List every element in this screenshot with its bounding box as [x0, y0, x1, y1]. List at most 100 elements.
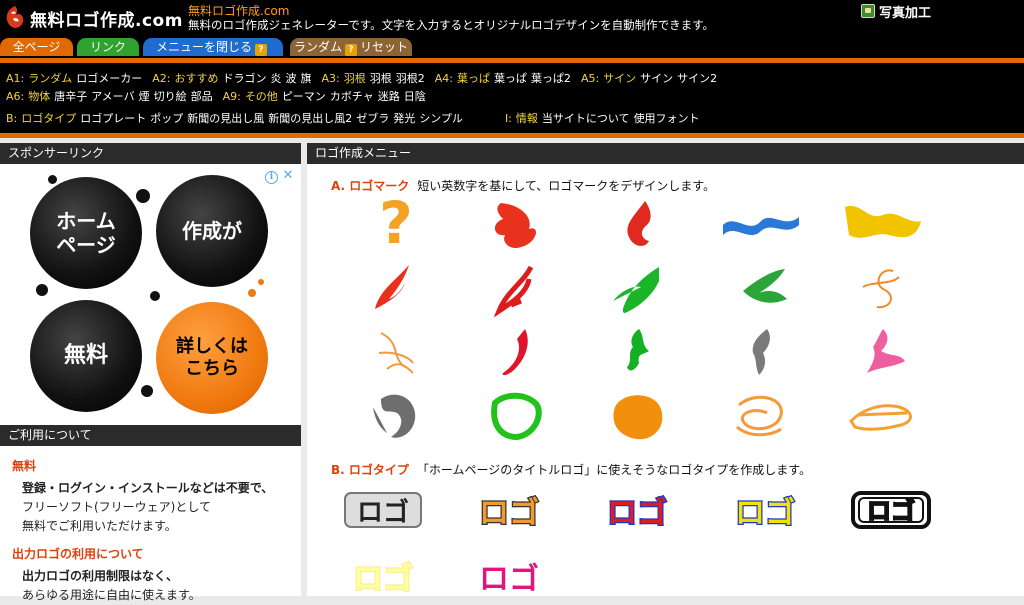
section-b-desc: 「ホームページのタイトルロゴ」に使えそうなロゴタイプを作成します。: [416, 463, 812, 477]
menu-key-i: I:: [504, 112, 512, 125]
reset-label[interactable]: リセット: [360, 40, 408, 54]
ad-info-icon[interactable]: i: [265, 171, 278, 184]
tab-close-menu[interactable]: メニューを閉じる?: [143, 38, 283, 56]
wave-icon: [723, 217, 799, 235]
menu-item[interactable]: サイン: [603, 72, 636, 85]
logotype-preview: ロゴ: [478, 495, 541, 533]
menu-item[interactable]: ポップ: [150, 112, 183, 125]
menu-item[interactable]: サイン: [640, 72, 673, 85]
menu-item[interactable]: 使用フォント: [634, 112, 700, 125]
help-icon[interactable]: ?: [345, 44, 357, 56]
logo-mark-tile[interactable]: [471, 195, 561, 251]
ad-circle-details[interactable]: 詳しくは こちら: [156, 302, 268, 414]
menu-item[interactable]: ロゴプレート: [80, 112, 146, 125]
question-mark-icon: ?: [379, 189, 413, 257]
output-line: 出力ロゴの利用制限はなく、: [22, 569, 179, 583]
menu-item[interactable]: アメーバ: [91, 90, 134, 103]
logo-mark-tile[interactable]: [593, 195, 683, 251]
logo-mark-tile[interactable]: [351, 323, 441, 379]
site-logo-text[interactable]: 無料ロゴ作成.com: [30, 6, 183, 31]
menu-key-a6: A6:: [6, 90, 25, 103]
menu-item[interactable]: 葉っぱ2: [531, 72, 571, 85]
menu-item[interactable]: 当サイトについて: [542, 112, 630, 125]
menu-key-a4: A4:: [434, 72, 453, 85]
logo-mark-tile[interactable]: [837, 387, 927, 443]
svg-text:ロゴ: ロゴ: [353, 562, 413, 597]
logo-mark-tile[interactable]: [351, 387, 441, 443]
logo-mark-tile[interactable]: [593, 387, 683, 443]
logo-mark-tile[interactable]: [351, 261, 441, 317]
dragon-logo-icon[interactable]: [4, 5, 26, 29]
menu-item[interactable]: その他: [245, 90, 278, 103]
menu-item[interactable]: 葉っぱ: [494, 72, 527, 85]
section-b-key[interactable]: B. ロゴタイプ: [331, 463, 409, 477]
menu-item[interactable]: 唐辛子: [54, 90, 87, 103]
ad-circle-create[interactable]: 作成が: [156, 175, 268, 287]
logo-mark-tile[interactable]: ?: [351, 189, 441, 257]
logotype-pop[interactable]: ロゴ: [467, 485, 551, 533]
menu-item[interactable]: 情報: [516, 112, 538, 125]
close-icon[interactable]: ✕: [281, 169, 295, 183]
menu-item[interactable]: 旗: [300, 72, 311, 85]
svg-text:ロゴ: ロゴ: [607, 496, 667, 531]
menu-item[interactable]: 羽根: [344, 72, 366, 85]
logotype-glow[interactable]: ロゴ: [341, 551, 425, 599]
part-icon: [373, 394, 416, 438]
menu-item[interactable]: 新聞の見出し風: [187, 112, 264, 125]
menu-item[interactable]: 新聞の見出し風2: [268, 112, 352, 125]
logotype-simple[interactable]: ロゴ: [467, 551, 551, 599]
menu-item[interactable]: 葉っぱ: [457, 72, 490, 85]
section-a-key[interactable]: A. ロゴマーク: [331, 179, 409, 193]
logo-mark-tile[interactable]: [593, 261, 683, 317]
logo-mark-tile[interactable]: [837, 261, 927, 317]
logotype-newspaper2[interactable]: ロゴ: [723, 485, 807, 533]
menu-item[interactable]: ゼブラ: [356, 112, 389, 125]
menu-item[interactable]: サイン2: [677, 72, 717, 85]
tab-all-pages[interactable]: 全ページ: [0, 38, 73, 56]
photo-edit-link[interactable]: 写真加工: [861, 3, 931, 21]
logo-mark-tile[interactable]: [593, 323, 683, 379]
advertisement[interactable]: i ✕ ホーム ページ 作成が 無料 詳しくは こちら: [0, 167, 301, 423]
logotype-plate[interactable]: ロゴ: [341, 485, 425, 533]
logo-mark-tile[interactable]: [837, 323, 927, 379]
logo-mark-tile[interactable]: [471, 323, 561, 379]
menu-item[interactable]: ロゴタイプ: [21, 112, 76, 125]
ad-circle-homepage[interactable]: ホーム ページ: [30, 177, 142, 289]
logo-mark-tile[interactable]: [715, 195, 805, 251]
menu-item[interactable]: 迷路: [378, 90, 400, 103]
menu-item[interactable]: ロゴメーカー: [76, 72, 142, 85]
logo-mark-tile[interactable]: [715, 261, 805, 317]
menu-item[interactable]: シンプル: [419, 112, 463, 125]
logo-mark-tile[interactable]: [471, 261, 561, 318]
menu-item[interactable]: 波: [285, 72, 296, 85]
output-section: 出力ロゴの利用について 出力ロゴの利用制限はなく、 あらゆる用途に自由に使えます…: [0, 545, 301, 605]
random-label[interactable]: ランダム: [294, 40, 342, 54]
menu-item[interactable]: カボチャ: [330, 90, 374, 103]
menu-item[interactable]: 羽根: [370, 72, 392, 85]
tab-random-reset[interactable]: ランダム? リセット: [290, 38, 412, 56]
menu-item[interactable]: おすすめ: [174, 72, 218, 85]
menu-item[interactable]: 部品: [191, 90, 213, 103]
menu-item[interactable]: ピーマン: [282, 90, 326, 103]
logotype-newspaper[interactable]: ロゴ: [595, 485, 679, 533]
menu-key-a2: A2:: [152, 72, 171, 85]
menu-item[interactable]: ドラゴン: [222, 72, 266, 85]
tab-links[interactable]: リンク: [77, 38, 139, 56]
menu-item[interactable]: 炎: [270, 72, 281, 85]
free-line: 無料でご利用いただけます。: [22, 519, 177, 533]
logo-mark-tile[interactable]: [715, 323, 805, 379]
pumpkin-icon: [613, 395, 663, 440]
menu-item[interactable]: ランダム: [28, 72, 72, 85]
logo-mark-tile[interactable]: [471, 387, 561, 443]
menu-item[interactable]: 発光: [393, 112, 415, 125]
menu-item[interactable]: 切り絵: [154, 90, 187, 103]
help-icon[interactable]: ?: [255, 44, 267, 56]
menu-item[interactable]: 日陰: [404, 90, 426, 103]
ad-circle-free[interactable]: 無料: [30, 300, 142, 412]
menu-item[interactable]: 煙: [139, 90, 150, 103]
logo-mark-tile[interactable]: [715, 387, 805, 443]
logotype-zebra[interactable]: ロゴ: [849, 485, 933, 533]
menu-item[interactable]: 羽根2: [396, 72, 425, 85]
menu-item[interactable]: 物体: [28, 90, 50, 103]
logo-mark-tile[interactable]: [837, 195, 927, 251]
